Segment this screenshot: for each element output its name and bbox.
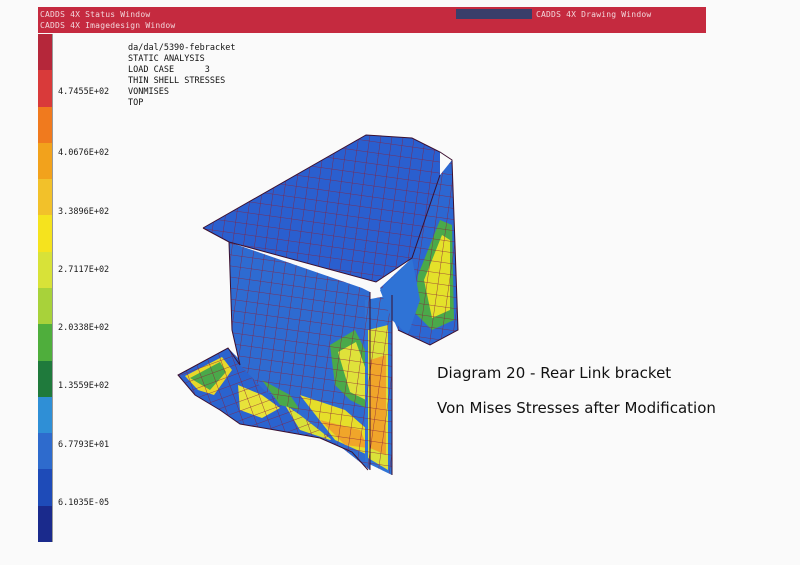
bracket-mesh-plot — [177, 134, 459, 475]
fea-result-window: CADDS 4X Status Window CADDS 4X Imagedes… — [0, 0, 800, 565]
caption-subtitle: Von Mises Stresses after Modification — [437, 399, 716, 417]
caption-title: Diagram 20 - Rear Link bracket — [437, 364, 672, 382]
diagram-caption: Diagram 20 - Rear Link bracket Von Mises… — [437, 364, 716, 417]
bracket-inner-fin — [365, 295, 392, 475]
bracket-left-wall — [229, 242, 370, 470]
